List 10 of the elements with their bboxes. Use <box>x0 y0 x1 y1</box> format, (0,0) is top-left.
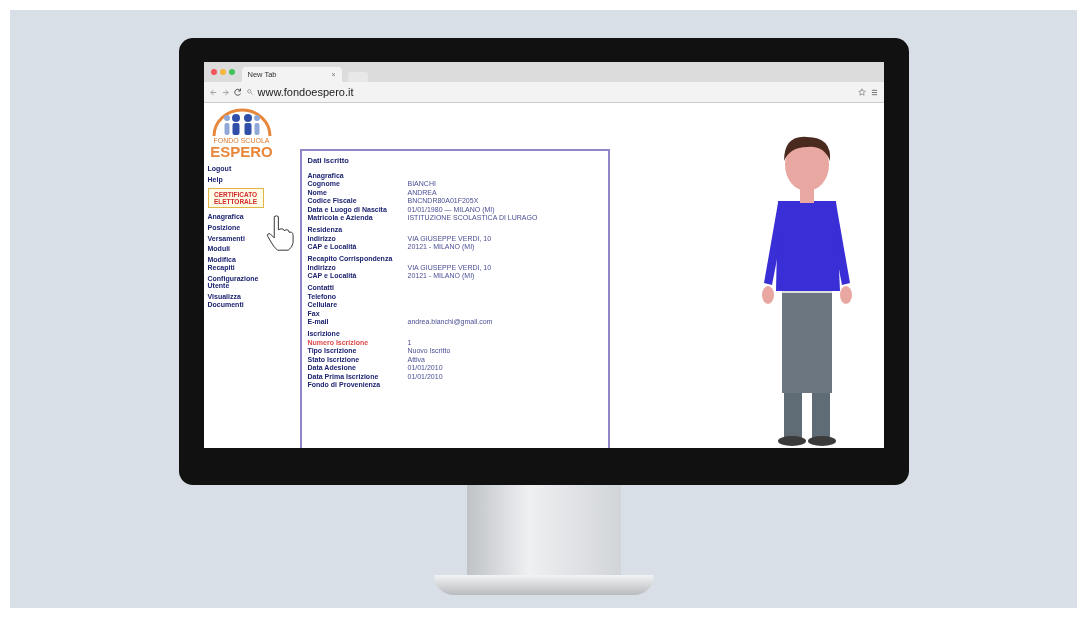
star-icon[interactable] <box>857 88 866 96</box>
logo-title: ESPERO <box>210 144 273 159</box>
forward-arrow-icon[interactable] <box>221 88 229 96</box>
url-text[interactable]: www.fondoespero.it <box>257 86 853 98</box>
back-arrow-icon[interactable] <box>209 88 217 96</box>
search-icon <box>246 89 253 95</box>
menu-icon[interactable] <box>870 88 878 96</box>
window-controls-icon[interactable] <box>209 68 236 76</box>
reload-icon[interactable] <box>233 88 242 96</box>
hand-cursor-icon <box>265 215 294 251</box>
